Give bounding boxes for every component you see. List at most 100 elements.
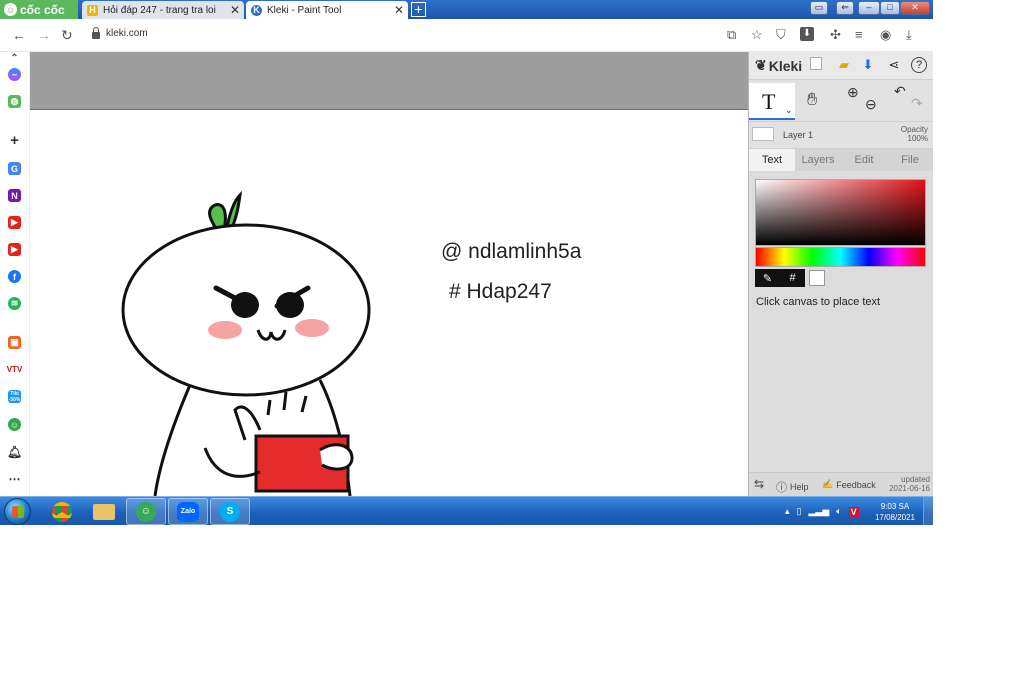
taskbar-explorer[interactable] (84, 498, 124, 525)
feedback-link[interactable]: ✍ Feedback (822, 479, 876, 490)
tab-kleki[interactable]: K Kleki - Paint Tool ✕ (246, 1, 408, 19)
close-window-button[interactable]: ✕ (900, 1, 930, 15)
layer-name: Layer 1 (783, 130, 814, 140)
close-tab-icon[interactable]: ✕ (394, 3, 404, 17)
zoom-out-icon[interactable]: ⊖ (865, 96, 877, 113)
tab-layers[interactable]: Layers (795, 149, 841, 171)
kleki-panel: ❦ Kleki ▰ ⬇ ⋖ ? T ⌄ ✋︎ ⊕ ⊖ ↶ ↷ Layer 1 O… (748, 52, 933, 496)
updated-date: 2021-06-16 (889, 484, 930, 493)
tab-text[interactable]: Text (749, 149, 795, 171)
taskbar-chrome[interactable] (42, 498, 82, 525)
eyedropper-icon[interactable]: ✎ (755, 269, 780, 287)
taskbar-skype[interactable]: S (210, 498, 250, 525)
chevron-down-icon[interactable]: ⌄ (785, 105, 793, 116)
device-icon[interactable]: ▯ (797, 506, 802, 517)
drawing-illustration (121, 190, 371, 496)
tab-hoidap[interactable]: H Hỏi đáp 247 - trang tra loi ✕ (82, 1, 244, 19)
bell-icon[interactable]: 🔔︎ (7, 445, 22, 459)
shield-icon[interactable]: ⛉ (776, 27, 786, 43)
download-icon[interactable]: ⬇ (860, 57, 876, 73)
plus-icon[interactable]: + (8, 132, 21, 149)
vtv-icon[interactable]: VTV (7, 363, 23, 376)
back-window-button[interactable]: ⇐ (836, 1, 854, 15)
url-field[interactable]: kleki.com (92, 26, 148, 39)
hoidap-favicon-icon: H (87, 4, 98, 16)
coccoc-icon[interactable]: ☺ (8, 418, 21, 431)
vietkey-icon[interactable]: V (848, 506, 859, 517)
coccoc-brand-button[interactable]: ☺ cốc cốc (0, 0, 78, 19)
start-button[interactable] (4, 498, 31, 525)
layer-opacity[interactable]: Opacity 100% (901, 125, 928, 143)
extensions-icon[interactable]: ✣ (830, 27, 841, 43)
cast-button[interactable]: ▭ (810, 1, 828, 15)
reading-list-icon[interactable]: ≡ (855, 27, 863, 42)
more-icon[interactable]: ⋯ (8, 472, 21, 486)
taskbar-zalo[interactable]: Zalo (168, 498, 208, 525)
profile-icon[interactable]: ◉ (880, 27, 891, 43)
back-icon[interactable]: ← (12, 27, 26, 43)
youtube-icon[interactable]: ▶ (8, 216, 21, 229)
clock-time: 9:03 SA (880, 502, 910, 511)
game-icon[interactable]: ◍ (8, 95, 21, 108)
youtube-icon[interactable]: ▶ (8, 243, 21, 256)
tab-file[interactable]: File (887, 149, 933, 171)
screen: ☺ cốc cốc H Hỏi đáp 247 - trang tra loi … (0, 0, 933, 525)
kleki-favicon-icon: K (251, 4, 262, 16)
redo-icon[interactable]: ↷ (911, 95, 923, 112)
maximize-button[interactable]: □ (880, 1, 900, 15)
tray-expand-icon[interactable]: ▴ (785, 506, 790, 517)
bookmark-star-icon[interactable]: ☆ (751, 27, 763, 43)
text-tool-panel: ✎ # Click canvas to place text (749, 171, 933, 471)
kleki-logo[interactable]: ❦ Kleki (755, 57, 802, 74)
volume-icon[interactable]: 🔈︎ (836, 506, 841, 517)
layer-row[interactable]: Layer 1 Opacity 100% (749, 122, 933, 149)
tab-edit[interactable]: Edit (841, 149, 887, 171)
downloads-icon[interactable]: ⤓ (906, 27, 912, 43)
hand-right (319, 443, 354, 471)
translate-icon[interactable]: ⧉ (727, 27, 736, 43)
hand-tool-icon[interactable]: ✋︎ (807, 89, 817, 110)
close-tab-icon[interactable]: ✕ (230, 3, 240, 17)
canvas-background[interactable] (30, 52, 748, 110)
layer-thumbnail[interactable] (752, 127, 774, 141)
current-color-swatch[interactable] (809, 270, 825, 286)
reload-icon[interactable]: ↻ (61, 27, 73, 44)
taskbar-clock[interactable]: 9:03 SA 17/08/2021 (875, 501, 915, 523)
hue-slider[interactable] (755, 247, 926, 267)
taskbar-coccoc[interactable]: ☺ (126, 498, 166, 525)
browser-sidebar: ⌃ ~ ◍ + G N ▶ ▶ f ≋ ▣ VTV Tiki -50% ☺ 🔔︎… (0, 52, 30, 496)
help-icon[interactable]: ? (911, 57, 927, 73)
coccoc-logo-icon: ☺ (4, 3, 17, 16)
chevron-up-icon[interactable]: ⌃ (8, 52, 21, 65)
share-icon[interactable]: ⋖ (886, 57, 902, 73)
forward-icon[interactable]: → (37, 27, 51, 43)
show-desktop-button[interactable] (923, 497, 933, 525)
new-image-icon[interactable] (810, 57, 822, 70)
kleki-logo-icon: ❦ (755, 57, 767, 73)
help-link[interactable]: ⓘ Help (776, 479, 809, 495)
text-tool-button[interactable]: T ⌄ (749, 83, 795, 120)
shop-icon[interactable]: ▣ (8, 336, 21, 349)
messenger-icon[interactable]: ~ (8, 68, 21, 81)
undo-icon[interactable]: ↶ (894, 83, 906, 100)
feedback-label: Feedback (836, 479, 876, 490)
opacity-label: Opacity (900, 125, 928, 134)
minimize-button[interactable]: – (858, 1, 880, 15)
tiki-icon[interactable]: Tiki -50% (8, 390, 21, 403)
download-page-icon[interactable]: ⬇ (800, 27, 814, 41)
drawing-canvas[interactable]: @ ndlamlinh5a # Hdap247 (30, 110, 748, 496)
new-tab-button[interactable]: + (411, 2, 426, 17)
translate-icon[interactable]: G (8, 162, 21, 175)
hex-input-button[interactable]: # (780, 269, 805, 287)
windows-taskbar: ☺ Zalo S ▴ ▯ ▂▃▅ 🔈︎ V 9:03 SA 17/08/2021 (0, 496, 933, 525)
facebook-icon[interactable]: f (8, 270, 21, 283)
swap-side-icon[interactable]: ⇆ (754, 477, 764, 491)
windows-logo-icon (12, 506, 24, 518)
open-folder-icon[interactable]: ▰ (836, 57, 852, 73)
tab-title: Hỏi đáp 247 - trang tra loi (103, 4, 216, 16)
spotify-icon[interactable]: ≋ (8, 297, 21, 310)
color-saturation-picker[interactable] (755, 179, 926, 246)
network-icon[interactable]: ▂▃▅ (808, 506, 829, 517)
zoom-in-icon[interactable]: ⊕ (847, 84, 859, 101)
onenote-icon[interactable]: N (8, 189, 21, 202)
